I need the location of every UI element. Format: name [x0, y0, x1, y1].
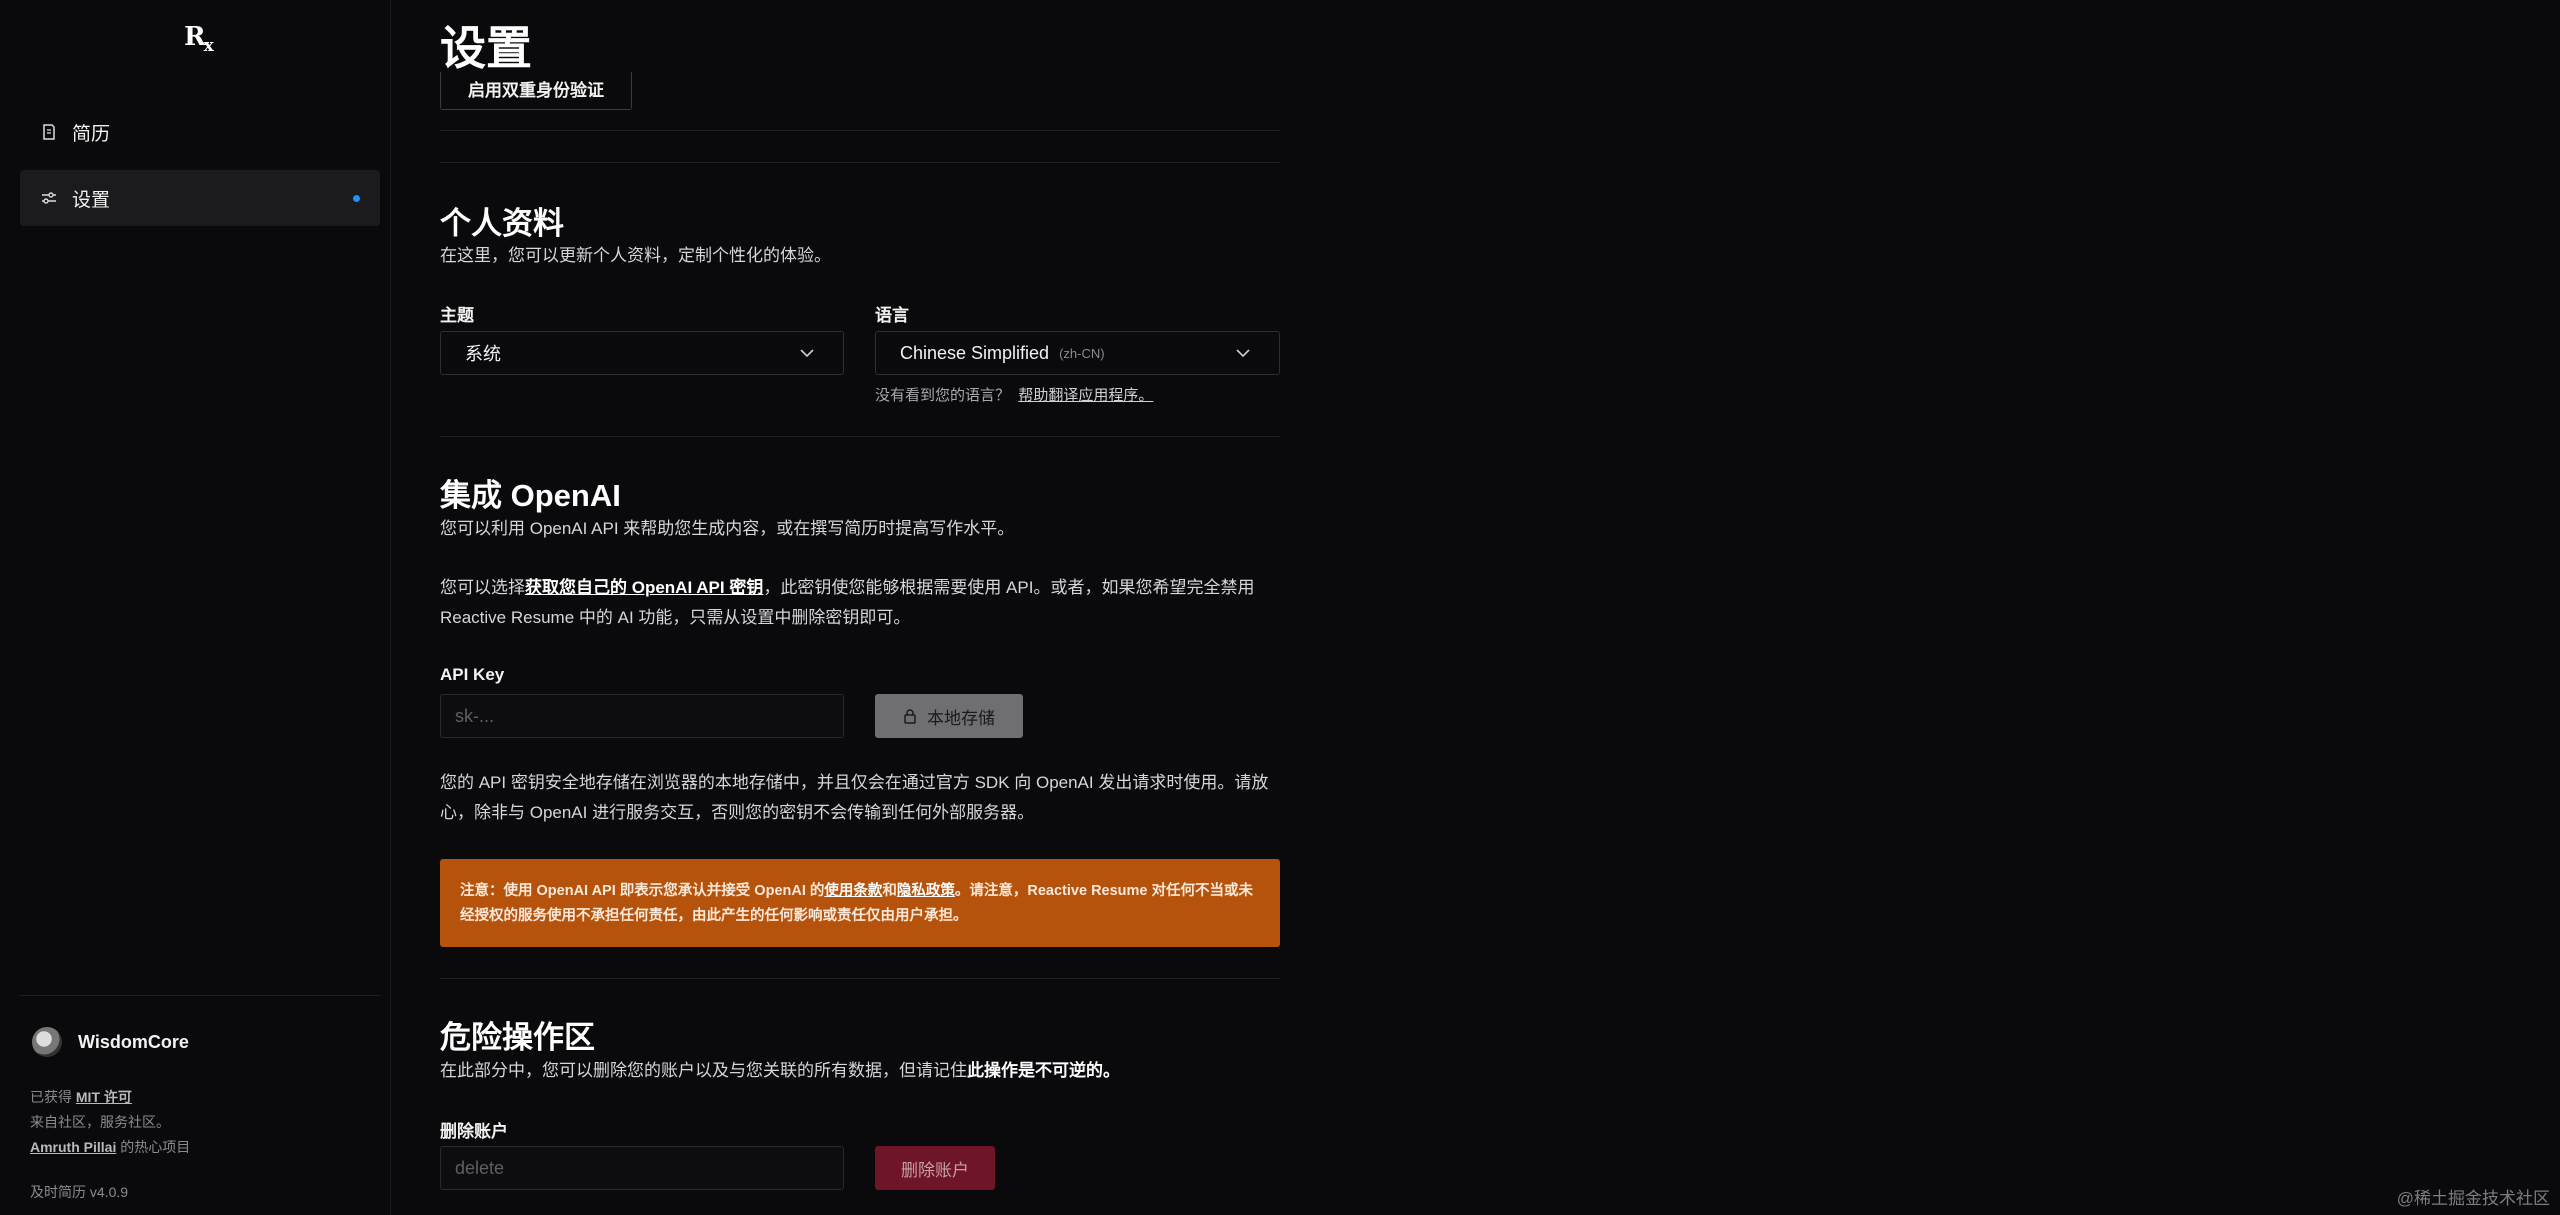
lock-icon — [904, 709, 916, 724]
profile-heading: 个人资料 — [440, 206, 564, 241]
divider — [440, 162, 1280, 163]
enable-2fa-button[interactable]: 启用双重身份验证 — [440, 72, 632, 110]
divider — [440, 436, 1280, 437]
language-code: (zh-CN) — [1059, 345, 1105, 361]
community-line: 来自社区，服务社区。 — [30, 1114, 170, 1130]
sidebar: Rx 简历 设置 WisdomCore 已获得 MIT 许可 来自社区，服务社区… — [0, 0, 391, 1215]
openai-terms-notice: 注意：使用 OpenAI API 即表示您承认并接受 OpenAI 的使用条款和… — [440, 859, 1280, 947]
avatar — [32, 1027, 62, 1057]
sliders-icon — [40, 189, 58, 207]
api-key-input[interactable] — [440, 694, 844, 738]
language-select[interactable]: Chinese Simplified (zh-CN) — [875, 331, 1280, 375]
author-link[interactable]: Amruth Pillai — [30, 1139, 116, 1155]
irreversible-warning: 此操作是不可逆的。 — [967, 1061, 1120, 1080]
openai-heading: 集成 OpenAI — [440, 478, 621, 513]
theme-value: 系统 — [465, 344, 501, 364]
license-line: 已获得 MIT 许可 — [30, 1089, 132, 1105]
language-hint: 没有看到您的语言？ 帮助翻译应用程序。 — [875, 387, 1154, 404]
openai-key-paragraph: 您可以选择获取您自己的 OpenAI API 密钥，此密钥使您能够根据需要使用 … — [440, 578, 1255, 627]
document-icon — [40, 123, 58, 141]
chevron-down-icon — [1236, 349, 1250, 358]
openai-key-link[interactable]: 获取您自己的 OpenAI API 密钥 — [525, 578, 763, 597]
version-label: 及时简历 v4.0.9 — [30, 1184, 129, 1200]
theme-select[interactable]: 系统 — [440, 331, 844, 375]
language-label: 语言 — [875, 306, 909, 325]
sidebar-item-label: 设置 — [72, 189, 111, 211]
watermark: @稀土掘金技术社区 — [2396, 1189, 2550, 1208]
divider — [440, 978, 1280, 979]
api-key-storage-note: 您的 API 密钥安全地存储在浏览器的本地存储中，并且仅会在通过官方 SDK 向… — [440, 773, 1269, 822]
user-profile[interactable]: WisdomCore — [32, 1027, 189, 1057]
chevron-down-icon — [800, 349, 814, 358]
active-indicator-dot — [353, 195, 360, 202]
store-locally-button[interactable]: 本地存储 — [875, 694, 1023, 738]
terms-link[interactable]: 使用条款 — [824, 883, 882, 899]
author-line: Amruth Pillai 的热心项目 — [30, 1139, 191, 1155]
danger-zone-description: 在此部分中，您可以删除您的账户以及与您关联的所有数据，但请记住此操作是不可逆的。 — [440, 1061, 1120, 1080]
translate-help-link[interactable]: 帮助翻译应用程序。 — [1018, 387, 1153, 404]
sidebar-item-resumes[interactable]: 简历 — [20, 104, 380, 160]
user-name: WisdomCore — [78, 1031, 189, 1052]
page-title: 设置 — [440, 22, 532, 74]
delete-account-label: 删除账户 — [440, 1122, 508, 1141]
language-value: Chinese Simplified — [900, 342, 1050, 363]
app-logo[interactable]: Rx — [184, 22, 214, 56]
license-link[interactable]: MIT 许可 — [76, 1089, 132, 1105]
sidebar-divider — [20, 995, 380, 996]
api-key-label: API Key — [440, 665, 505, 684]
danger-zone-heading: 危险操作区 — [440, 1020, 595, 1055]
openai-description: 您可以利用 OpenAI API 来帮助您生成内容，或在撰写简历时提高写作水平。 — [440, 519, 1015, 538]
sidebar-item-settings[interactable]: 设置 — [20, 170, 380, 226]
delete-confirm-input[interactable] — [440, 1146, 844, 1190]
theme-label: 主题 — [440, 306, 474, 325]
delete-account-button[interactable]: 删除账户 — [875, 1146, 995, 1190]
divider — [440, 130, 1280, 131]
profile-description: 在这里，您可以更新个人资料，定制个性化的体验。 — [440, 246, 831, 265]
privacy-link[interactable]: 隐私政策 — [897, 883, 955, 899]
sidebar-item-label: 简历 — [72, 123, 111, 145]
